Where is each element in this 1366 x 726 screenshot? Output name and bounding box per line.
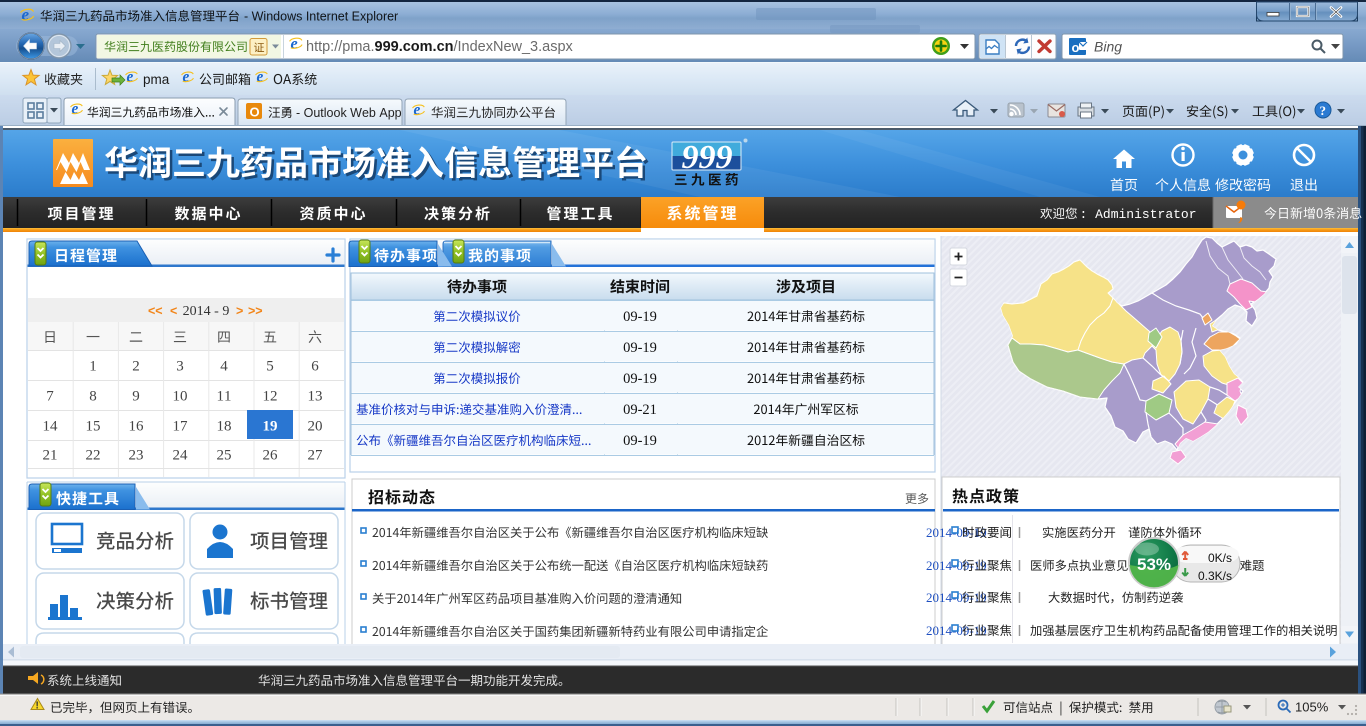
svg-text:27: 27: [308, 448, 324, 464]
svg-text:e: e: [126, 69, 133, 86]
svg-text:8: 8: [89, 389, 97, 405]
svg-text:e: e: [182, 69, 189, 86]
svg-text:13: 13: [308, 389, 323, 405]
svg-text:2014 - 9: 2014 - 9: [183, 304, 230, 319]
svg-text:7: 7: [46, 389, 54, 405]
svg-text:14: 14: [43, 419, 59, 435]
svg-text:6: 6: [311, 359, 319, 375]
svg-text:>>: >>: [248, 304, 263, 318]
svg-text:53%: 53%: [1137, 555, 1171, 574]
svg-text:10: 10: [173, 389, 188, 405]
svg-text:o: o: [1072, 40, 1080, 55]
svg-text:105%: 105%: [1295, 700, 1329, 715]
svg-text:5: 5: [266, 359, 274, 375]
svg-text:1: 1: [89, 359, 97, 375]
svg-text:09-21: 09-21: [623, 402, 657, 418]
svg-text:/IndexNew_3.aspx: /IndexNew_3.aspx: [453, 39, 573, 55]
svg-text:3: 3: [176, 359, 184, 375]
svg-text:- Outlook Web App: - Outlook Web App: [296, 106, 402, 120]
svg-text:19: 19: [263, 419, 278, 435]
svg-text:17: 17: [173, 419, 189, 435]
svg-text:e: e: [256, 69, 263, 86]
svg-text:2: 2: [132, 359, 140, 375]
svg-text:09-19: 09-19: [623, 433, 657, 449]
svg-text:16: 16: [129, 419, 145, 435]
svg-text:http://pma.: http://pma.: [306, 39, 375, 55]
svg-text:21: 21: [43, 448, 58, 464]
svg-text:e: e: [413, 102, 420, 119]
svg-text:0K/s: 0K/s: [1208, 551, 1232, 565]
svg-text:Bing: Bing: [1094, 39, 1122, 55]
svg-text:>: >: [236, 304, 243, 318]
svg-text:15: 15: [86, 419, 101, 435]
svg-text:<: <: [170, 304, 177, 318]
svg-text:9: 9: [132, 389, 140, 405]
svg-text:22: 22: [86, 448, 101, 464]
svg-text:09-19: 09-19: [623, 309, 657, 325]
svg-text:26: 26: [263, 448, 279, 464]
svg-text:20: 20: [308, 419, 323, 435]
svg-text:18: 18: [217, 419, 232, 435]
svg-text:: Administrator: : Administrator: [1080, 207, 1197, 222]
svg-text:e: e: [71, 101, 78, 118]
svg-text:- Windows Internet Explorer: - Windows Internet Explorer: [244, 10, 398, 24]
svg-text:09-19: 09-19: [623, 340, 657, 356]
svg-text:999.com.cn: 999.com.cn: [375, 39, 454, 55]
svg-text:e: e: [22, 5, 30, 24]
svg-text:O: O: [250, 105, 260, 120]
svg-text:<<: <<: [148, 304, 163, 318]
svg-text:!: !: [36, 701, 39, 712]
svg-text:09-19: 09-19: [623, 371, 657, 387]
svg-text:25: 25: [217, 448, 232, 464]
svg-text:11: 11: [217, 389, 232, 405]
svg-text:999: 999: [682, 139, 733, 176]
svg-text:24: 24: [173, 448, 189, 464]
svg-text:12: 12: [263, 389, 278, 405]
svg-text:0.3K/s: 0.3K/s: [1198, 569, 1232, 583]
svg-text:pma: pma: [143, 72, 170, 87]
svg-text:?: ?: [1320, 103, 1327, 118]
svg-text:23: 23: [129, 448, 144, 464]
svg-text:4: 4: [220, 359, 228, 375]
